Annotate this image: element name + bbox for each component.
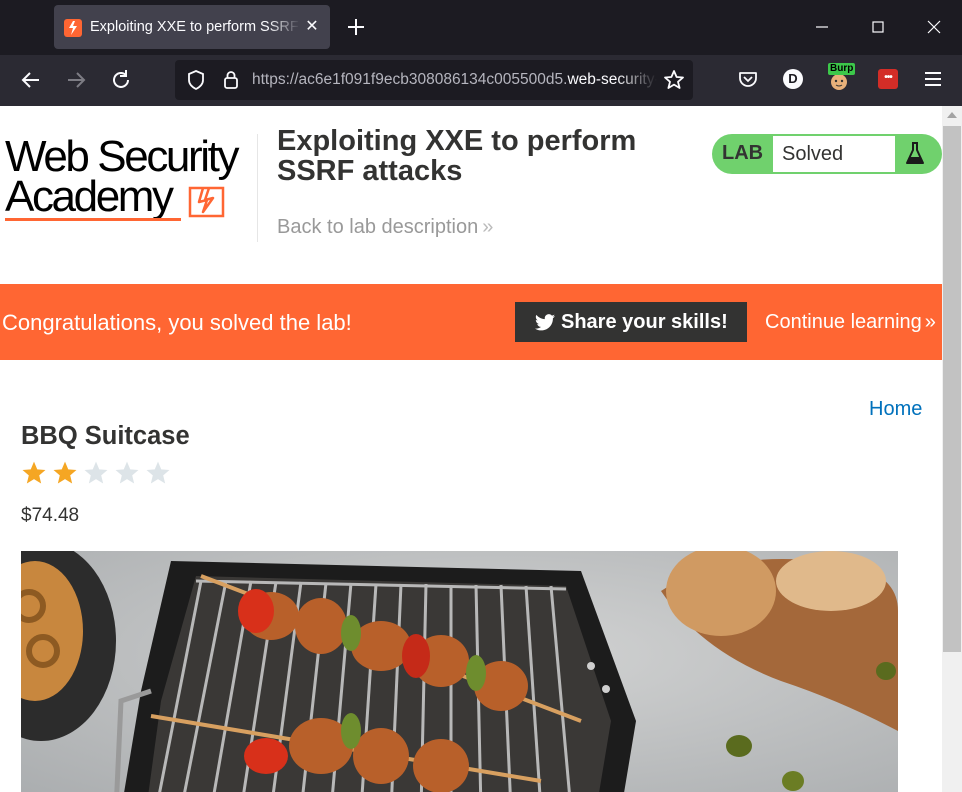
web-security-academy-logo[interactable]: Web Security Academy — [5, 134, 255, 226]
continue-learning-label: Continue learning — [765, 311, 922, 333]
lab-badge: LAB — [722, 142, 764, 164]
extension-avatar-icon[interactable]: D — [783, 69, 803, 89]
product-name: BBQ Suitcase — [21, 422, 190, 450]
forward-icon[interactable] — [64, 68, 88, 92]
share-skills-label: Share your skills! — [561, 311, 728, 333]
bookmark-star-icon[interactable] — [662, 68, 686, 92]
lab-title: Exploiting XXE to perform SSRF attacks — [277, 125, 637, 187]
lastpass-icon[interactable]: ••• — [878, 69, 898, 89]
burp-extension-icon[interactable]: Burp — [828, 63, 856, 91]
page-content: Web Security Academy Exploiting XXE to p… — [0, 106, 942, 792]
lab-status-box: Solved — [773, 136, 895, 172]
scrollbar-thumb[interactable] — [943, 126, 961, 652]
new-tab-icon[interactable] — [344, 15, 368, 39]
lab-status-widget: LAB Solved — [712, 134, 942, 174]
browser-navbar: https://ac6e1f091f9ecb308086134c005500d5… — [0, 55, 962, 106]
star-filled-icon — [21, 460, 47, 486]
star-empty-icon — [145, 460, 171, 486]
back-to-lab-link[interactable]: Back to lab description» — [277, 216, 493, 239]
double-chevron-right-icon: » — [924, 311, 936, 333]
product-price: $74.48 — [21, 505, 80, 526]
burp-favicon-icon — [64, 19, 82, 37]
product-image — [21, 551, 898, 792]
star-empty-icon — [83, 460, 109, 486]
congratulations-message: Congratulations, you solved the lab! — [2, 310, 352, 335]
browser-tab-active[interactable]: Exploiting XXE to perform SSRF attacks ✕ — [54, 5, 330, 49]
url-prefix: https://ac6e1f091f9ecb308086134c005500d5… — [252, 71, 568, 88]
reload-icon[interactable] — [109, 68, 133, 92]
menu-icon[interactable] — [921, 67, 945, 91]
url-host: web-security-academy.net/product?product… — [567, 71, 657, 88]
burp-badge: Burp — [828, 63, 856, 75]
home-link[interactable]: Home — [869, 398, 922, 421]
logo-lightning-icon — [187, 182, 227, 220]
star-filled-icon — [52, 460, 78, 486]
maximize-icon[interactable] — [865, 14, 891, 40]
url-bar[interactable]: https://ac6e1f091f9ecb308086134c005500d5… — [175, 60, 693, 100]
back-icon[interactable] — [19, 68, 43, 92]
share-skills-button[interactable]: Share your skills! — [515, 302, 747, 342]
flask-icon — [903, 141, 927, 167]
header-divider — [257, 134, 258, 242]
page-scrollbar[interactable] — [942, 106, 962, 792]
continue-learning-link[interactable]: Continue learning» — [765, 311, 936, 334]
scroll-up-arrow-icon[interactable] — [947, 112, 957, 118]
lock-icon[interactable] — [219, 68, 243, 92]
tab-title: Exploiting XXE to perform SSRF attacks — [90, 19, 300, 35]
browser-titlebar: Exploiting XXE to perform SSRF attacks ✕ — [0, 0, 962, 55]
congratulations-banner: Congratulations, you solved the lab! Sha… — [0, 284, 942, 360]
logo-underline — [5, 218, 181, 221]
pocket-icon[interactable] — [736, 67, 760, 91]
logo-text-line2: Academy — [5, 172, 174, 221]
bbq-skewers-photo — [21, 551, 898, 792]
back-link-label: Back to lab description — [277, 216, 479, 238]
shield-icon[interactable] — [184, 68, 208, 92]
url-text: https://ac6e1f091f9ecb308086134c005500d5… — [252, 71, 657, 91]
double-chevron-right-icon: » — [482, 216, 494, 238]
twitter-icon — [535, 314, 555, 331]
close-window-icon[interactable] — [921, 14, 947, 40]
tab-close-icon[interactable]: ✕ — [302, 17, 322, 37]
star-empty-icon — [114, 460, 140, 486]
lab-status-text: Solved — [782, 143, 844, 165]
minimize-icon[interactable] — [809, 14, 835, 40]
